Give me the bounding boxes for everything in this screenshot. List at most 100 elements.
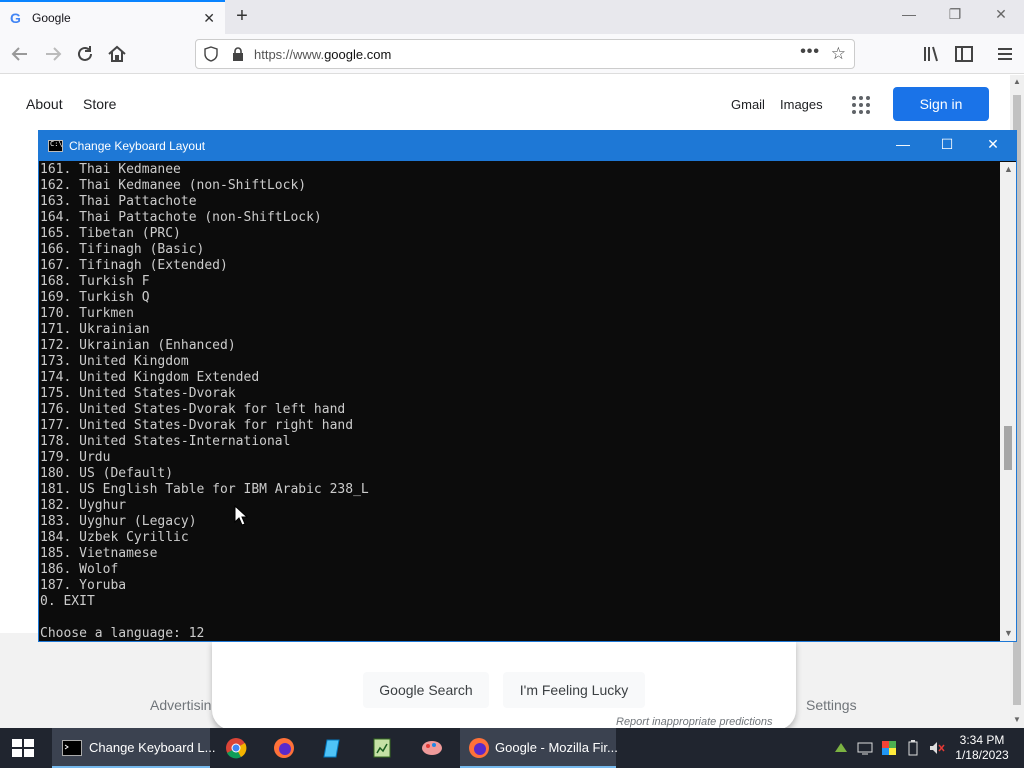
- tray-network-icon[interactable]: [833, 740, 849, 756]
- browser-tabbar: G Google ✕ + — ❐ ✕: [0, 0, 1024, 34]
- shield-icon[interactable]: [204, 46, 218, 62]
- console-line: 183. Uyghur (Legacy): [40, 514, 197, 529]
- home-icon[interactable]: [105, 42, 129, 66]
- console-line: 0. EXIT: [40, 594, 95, 609]
- apps-grid-icon[interactable]: [852, 96, 870, 114]
- library-icon[interactable]: [920, 42, 944, 66]
- chrome-icon: [226, 738, 247, 759]
- console-scroll-up-icon[interactable]: ▲: [1004, 164, 1013, 174]
- paint-icon: [422, 741, 442, 755]
- console-maximize-icon[interactable]: ☐: [935, 136, 959, 153]
- console-line: 184. Uzbek Cyrillic: [40, 530, 189, 545]
- taskbar-paint[interactable]: [414, 728, 450, 768]
- console-line: Choose a language: 12: [40, 626, 205, 641]
- taskbar: Change Keyboard L... Google - Mozilla Fi…: [0, 728, 1024, 768]
- console-titlebar[interactable]: Change Keyboard Layout — ☐ ✕: [39, 131, 1016, 161]
- firefox-icon: [274, 738, 294, 758]
- about-link[interactable]: About: [26, 96, 63, 112]
- console-line: 170. Turkmen: [40, 306, 134, 321]
- images-link[interactable]: Images: [780, 97, 823, 112]
- firefox-window-icon: [469, 738, 489, 758]
- store-link[interactable]: Store: [83, 96, 116, 112]
- console-scroll-down-icon[interactable]: ▼: [1004, 628, 1013, 638]
- mouse-cursor-icon: [234, 505, 248, 526]
- clock-time: 3:34 PM: [959, 733, 1005, 747]
- back-icon[interactable]: [8, 42, 32, 66]
- console-scroll-thumb[interactable]: [1004, 426, 1012, 470]
- restore-icon[interactable]: ❐: [943, 6, 967, 23]
- url-bar[interactable]: https://www.google.com ••• ☆: [195, 39, 855, 69]
- console-line: 163. Thai Pattachote: [40, 194, 197, 209]
- spreadsheet-icon: [373, 738, 391, 758]
- console-line: 182. Uyghur: [40, 498, 127, 513]
- console-line: 177. United States-Dvorak for right hand: [40, 418, 354, 433]
- console-line: 173. United Kingdom: [40, 354, 189, 369]
- console-line: 162. Thai Kedmanee (non-ShiftLock): [40, 178, 307, 193]
- gmail-link[interactable]: Gmail: [731, 97, 765, 112]
- url-text[interactable]: https://www.google.com: [254, 47, 391, 62]
- browser-navbar: https://www.google.com ••• ☆: [0, 34, 1024, 74]
- tray-color-icon[interactable]: [881, 740, 897, 756]
- console-line: 171. Ukrainian: [40, 322, 150, 337]
- taskbar-notepad[interactable]: [315, 728, 351, 768]
- console-line: 178. United States-International: [40, 434, 291, 449]
- console-line: 172. Ukrainian (Enhanced): [40, 338, 236, 353]
- console-line: 187. Yoruba: [40, 578, 127, 593]
- report-predictions-link[interactable]: Report inappropriate predictions: [616, 716, 773, 728]
- console-taskbar-icon: [62, 740, 82, 756]
- new-tab-icon[interactable]: +: [231, 4, 253, 28]
- close-window-icon[interactable]: ✕: [989, 6, 1013, 23]
- console-line: 164. Thai Pattachote (non-ShiftLock): [40, 210, 322, 225]
- console-line: 180. US (Default): [40, 466, 174, 481]
- console-line: 175. United States-Dvorak: [40, 386, 236, 401]
- taskbar-console-item[interactable]: Change Keyboard L...: [52, 728, 215, 768]
- tab-google[interactable]: G Google ✕: [0, 0, 225, 34]
- console-line: 185. Vietnamese: [40, 546, 158, 561]
- tray-display-icon[interactable]: [857, 740, 873, 756]
- menu-icon[interactable]: [993, 42, 1017, 66]
- taskbar-firefox-label: Google - Mozilla Fir...: [495, 740, 618, 755]
- page-actions-icon[interactable]: •••: [800, 43, 820, 61]
- tab-close-icon[interactable]: ✕: [203, 10, 215, 27]
- taskbar-chrome[interactable]: [218, 728, 254, 768]
- console-line: 166. Tifinagh (Basic): [40, 242, 205, 257]
- console-line: 181. US English Table for IBM Arabic 238…: [40, 482, 369, 497]
- scroll-up-arrow-icon[interactable]: ▲: [1013, 77, 1021, 86]
- console-line: 169. Turkish Q: [40, 290, 150, 305]
- taskbar-firefox[interactable]: [266, 728, 302, 768]
- minimize-icon[interactable]: —: [897, 6, 921, 22]
- console-scrollbar[interactable]: ▲ ▼: [1000, 162, 1016, 641]
- console-output[interactable]: 161. Thai Kedmanee 162. Thai Kedmanee (no…: [39, 162, 1000, 641]
- settings-link[interactable]: Settings: [806, 697, 857, 713]
- console-line: 186. Wolof: [40, 562, 119, 577]
- google-search-button[interactable]: Google Search: [363, 672, 489, 708]
- console-line: 165. Tibetan (PRC): [40, 226, 181, 241]
- taskbar-spreadsheet[interactable]: [364, 728, 400, 768]
- sidebar-icon[interactable]: [952, 42, 976, 66]
- console-line: 161. Thai Kedmanee: [40, 162, 181, 177]
- console-line: 168. Turkish F: [40, 274, 150, 289]
- tray-volume-muted-icon[interactable]: [929, 740, 945, 756]
- console-minimize-icon[interactable]: —: [891, 136, 915, 152]
- tray-battery-icon[interactable]: [905, 740, 921, 756]
- google-favicon-icon: G: [10, 10, 21, 26]
- bookmark-star-icon[interactable]: ☆: [831, 44, 846, 64]
- scroll-down-arrow-icon[interactable]: ▼: [1013, 715, 1021, 724]
- taskbar-clock[interactable]: 3:34 PM 1/18/2023: [952, 733, 1012, 763]
- forward-icon[interactable]: [41, 42, 65, 66]
- console-app-icon: [48, 140, 63, 152]
- tab-title: Google: [32, 11, 71, 25]
- taskbar-console-label: Change Keyboard L...: [89, 740, 216, 755]
- feeling-lucky-button[interactable]: I'm Feeling Lucky: [503, 672, 645, 708]
- reload-icon[interactable]: [73, 42, 97, 66]
- lock-icon[interactable]: [232, 46, 244, 62]
- console-line: 179. Urdu: [40, 450, 111, 465]
- advertising-link[interactable]: Advertisin: [150, 697, 211, 713]
- console-close-icon[interactable]: ✕: [981, 136, 1005, 153]
- console-title: Change Keyboard Layout: [69, 139, 206, 153]
- taskbar-firefox-item[interactable]: Google - Mozilla Fir...: [460, 728, 618, 768]
- start-windows-icon[interactable]: [12, 739, 34, 757]
- sign-in-button[interactable]: Sign in: [893, 87, 989, 121]
- console-line: 167. Tifinagh (Extended): [40, 258, 228, 273]
